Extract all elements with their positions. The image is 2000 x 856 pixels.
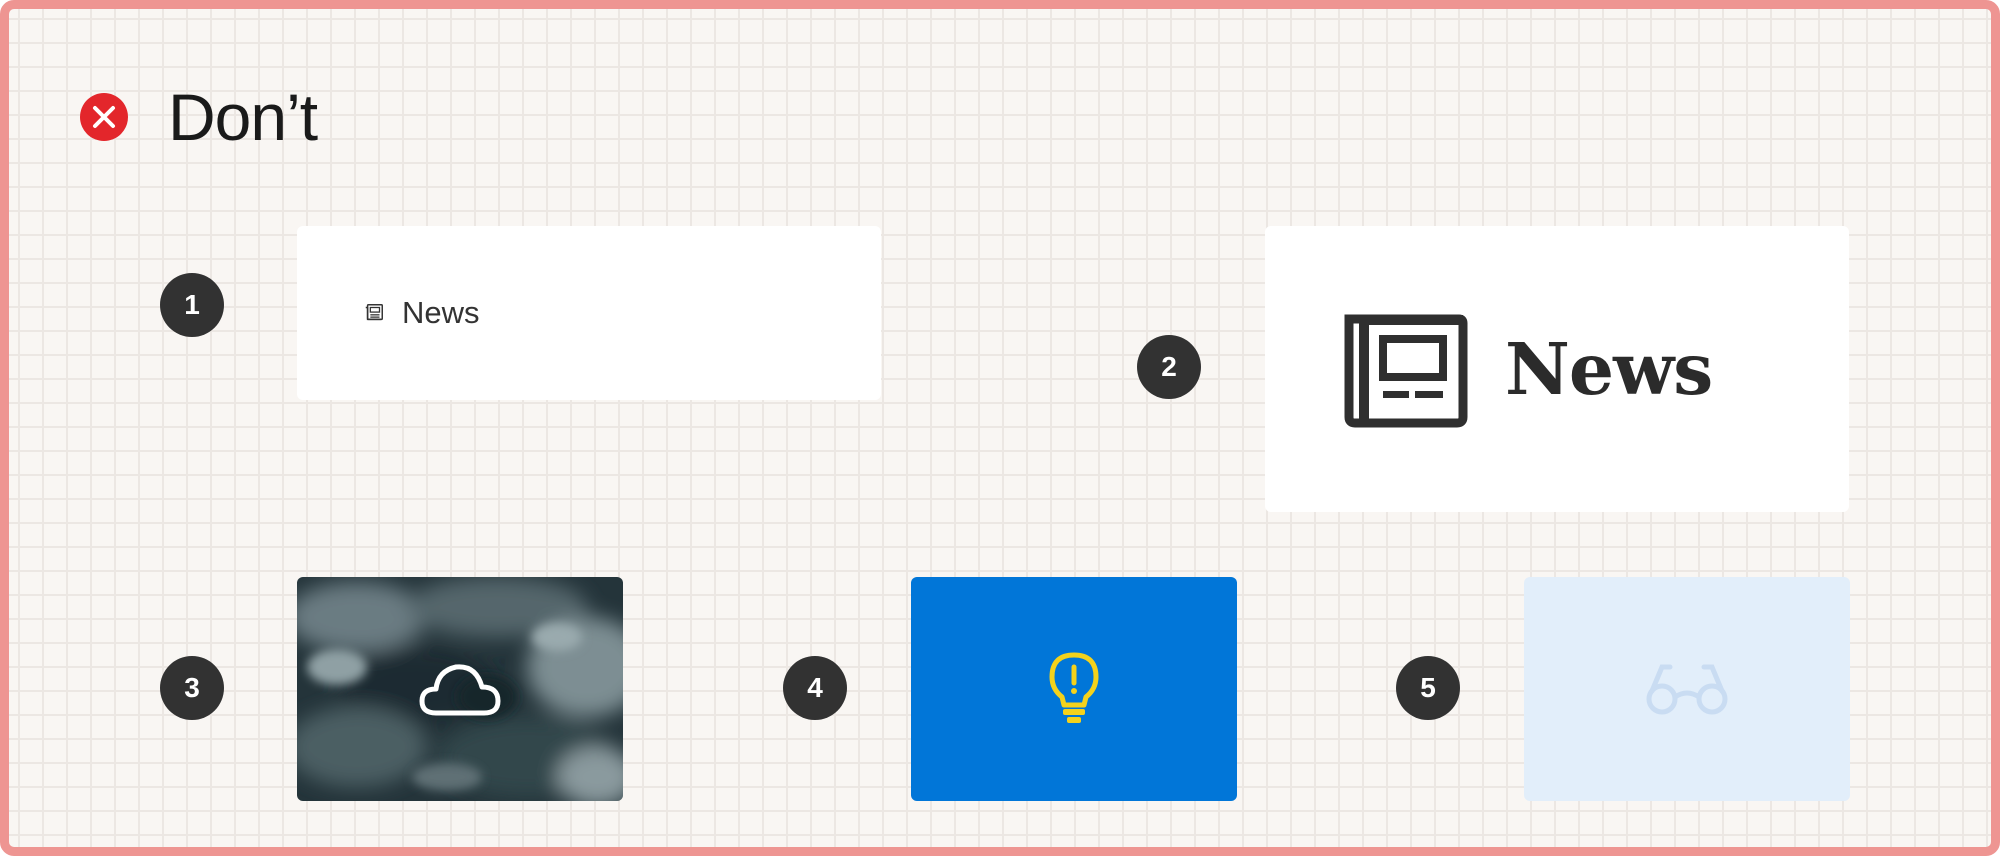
panel-header: Don’t	[80, 80, 318, 154]
example-card-storm-photo	[297, 577, 623, 801]
example-label: News	[402, 295, 480, 330]
example-number-badge: 5	[1396, 656, 1460, 720]
example-card-lightbulb	[911, 577, 1237, 801]
example-card-news-large: News	[1265, 226, 1849, 512]
lightbulb-icon	[1049, 652, 1099, 723]
example-label: News	[1505, 327, 1713, 411]
example-number-badge: 4	[783, 656, 847, 720]
newspaper-icon	[1344, 314, 1468, 428]
example-card-glasses	[1524, 577, 1850, 801]
example-number-badge: 1	[160, 273, 224, 337]
cloud-icon	[419, 664, 501, 716]
glasses-icon	[1646, 664, 1728, 715]
panel-title: Don’t	[168, 80, 318, 154]
newspaper-icon	[365, 304, 383, 321]
example-number-badge: 2	[1137, 335, 1201, 399]
dont-guideline-panel: Don’t 1 News 2 News 3 4 5	[0, 0, 2000, 856]
example-number-badge: 3	[160, 656, 224, 720]
close-circle-icon	[80, 93, 128, 141]
example-card-news-small: News	[297, 226, 881, 400]
